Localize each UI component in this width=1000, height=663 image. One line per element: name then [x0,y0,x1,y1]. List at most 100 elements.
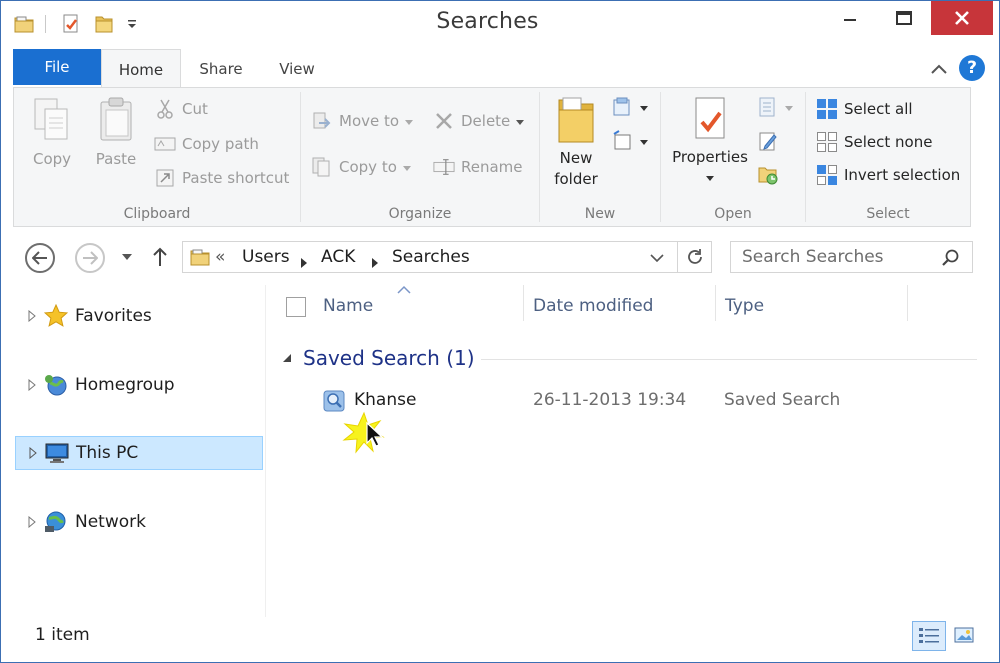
select-group-label: Select [866,206,910,222]
tab-file[interactable]: File [13,49,101,85]
new-item-button[interactable] [612,96,648,118]
large-icons-view-icon [954,627,974,643]
select-all-button[interactable]: Select all [816,98,913,120]
rename-button[interactable]: Rename [433,156,523,178]
chevron-down-icon [405,112,414,130]
close-button[interactable] [931,1,993,35]
collapse-arrow-icon[interactable] [281,352,293,364]
select-none-icon [816,131,838,153]
expand-arrow-icon[interactable] [25,516,39,528]
properties-button[interactable]: Properties [663,94,757,186]
minimize-button[interactable] [823,1,877,35]
properties-label: Properties [672,148,748,166]
new-item-icon [612,96,634,118]
nav-item-homegroup[interactable]: Homegroup [15,368,263,402]
expand-arrow-icon[interactable] [26,447,40,459]
search-icon[interactable] [941,248,961,268]
help-icon[interactable]: ? [959,55,985,81]
paste-shortcut-button[interactable]: Paste shortcut [154,167,289,189]
column-divider[interactable] [715,285,716,321]
group-header[interactable]: Saved Search (1) [281,343,475,373]
copy-to-button[interactable]: Copy to [311,156,411,178]
new-group-label: New [584,206,616,222]
address-bar[interactable]: « Users ACK Searches [182,241,712,273]
nav-label-this-pc: This PC [76,443,139,463]
nav-item-favorites[interactable]: Favorites [15,299,263,333]
select-all-label: Select all [844,100,913,118]
edit-icon [757,130,779,152]
folder-icon [189,246,211,272]
new-folder-button[interactable]: New folder [548,94,604,190]
copy-button[interactable]: Copy [26,96,78,168]
chevron-down-icon [640,132,648,150]
paste-button[interactable]: Paste [90,96,142,168]
move-to-button[interactable]: Move to [311,110,414,132]
invert-selection-button[interactable]: Invert selection [816,164,960,186]
nav-label-favorites: Favorites [75,306,152,326]
nav-item-network[interactable]: Network [15,505,263,539]
select-all-checkbox[interactable] [286,297,306,317]
delete-button[interactable]: Delete [433,110,525,132]
column-divider[interactable] [907,285,908,321]
status-bar: 1 item [1,617,999,662]
chevron-right-icon[interactable] [301,253,307,272]
search-box [730,241,973,273]
edit-button[interactable] [757,130,785,152]
new-folder-label-line2: folder [554,170,598,188]
easy-access-icon [612,130,634,152]
tab-home[interactable]: Home [101,49,181,88]
address-segment-searches[interactable]: Searches [392,247,470,267]
large-icons-view-button[interactable] [949,621,979,651]
forward-button[interactable] [75,243,105,273]
back-arrow-icon [32,251,47,265]
tab-view[interactable]: View [263,49,331,87]
chevron-down-icon [640,98,648,116]
chevron-down-icon [122,254,132,260]
title-bar: Searches [1,1,999,49]
chevron-right-icon[interactable] [372,253,378,272]
status-item-count: 1 item [35,625,90,645]
column-type[interactable]: Type [725,296,764,316]
address-overflow[interactable]: « [215,247,225,267]
search-input[interactable] [732,243,937,271]
open-group: Properties Open [661,88,805,226]
details-view-button[interactable] [912,621,946,651]
column-name[interactable]: Name [323,296,373,316]
column-divider[interactable] [523,285,524,321]
address-segment-users[interactable]: Users [242,247,290,267]
folder-icon [558,97,594,143]
back-button[interactable] [25,243,55,273]
copy-path-button[interactable]: Copy path [154,133,259,155]
copy-path-label: Copy path [182,135,259,153]
easy-access-button[interactable] [612,130,648,152]
up-arrow-icon [153,247,167,266]
open-button[interactable] [757,96,793,118]
cut-button[interactable]: Cut [154,98,208,120]
nav-item-this-pc[interactable]: This PC [15,436,263,470]
maximize-button[interactable] [877,1,931,35]
select-group: Select all Select none Invert selection … [806,88,970,226]
group-divider-line [481,359,977,360]
network-icon [43,509,69,535]
expand-arrow-icon[interactable] [25,310,39,322]
address-dropdown-button[interactable] [649,250,665,266]
expand-arrow-icon[interactable] [25,379,39,391]
recent-locations-button[interactable] [119,249,135,265]
history-button[interactable] [757,164,785,186]
up-button[interactable] [149,245,171,269]
chevron-up-icon[interactable] [927,57,951,81]
column-header-row: Name Date modified Type [267,285,999,329]
column-date-modified[interactable]: Date modified [533,296,653,316]
history-icon [757,164,779,186]
select-none-button[interactable]: Select none [816,131,932,153]
open-icon [757,96,779,118]
address-segment-ack[interactable]: ACK [321,247,355,267]
tab-share[interactable]: Share [185,49,257,87]
ribbon: Copy Paste Cut Copy path Paste shortcut … [13,87,971,227]
select-all-icon [816,98,838,120]
rename-label: Rename [461,158,523,176]
ribbon-tabs: File Home Share View ? [1,49,999,88]
table-row[interactable]: Khanse 26-11-2013 19:34 Saved Search [317,385,917,417]
chevron-down-icon [516,112,525,130]
refresh-button[interactable] [677,242,712,272]
